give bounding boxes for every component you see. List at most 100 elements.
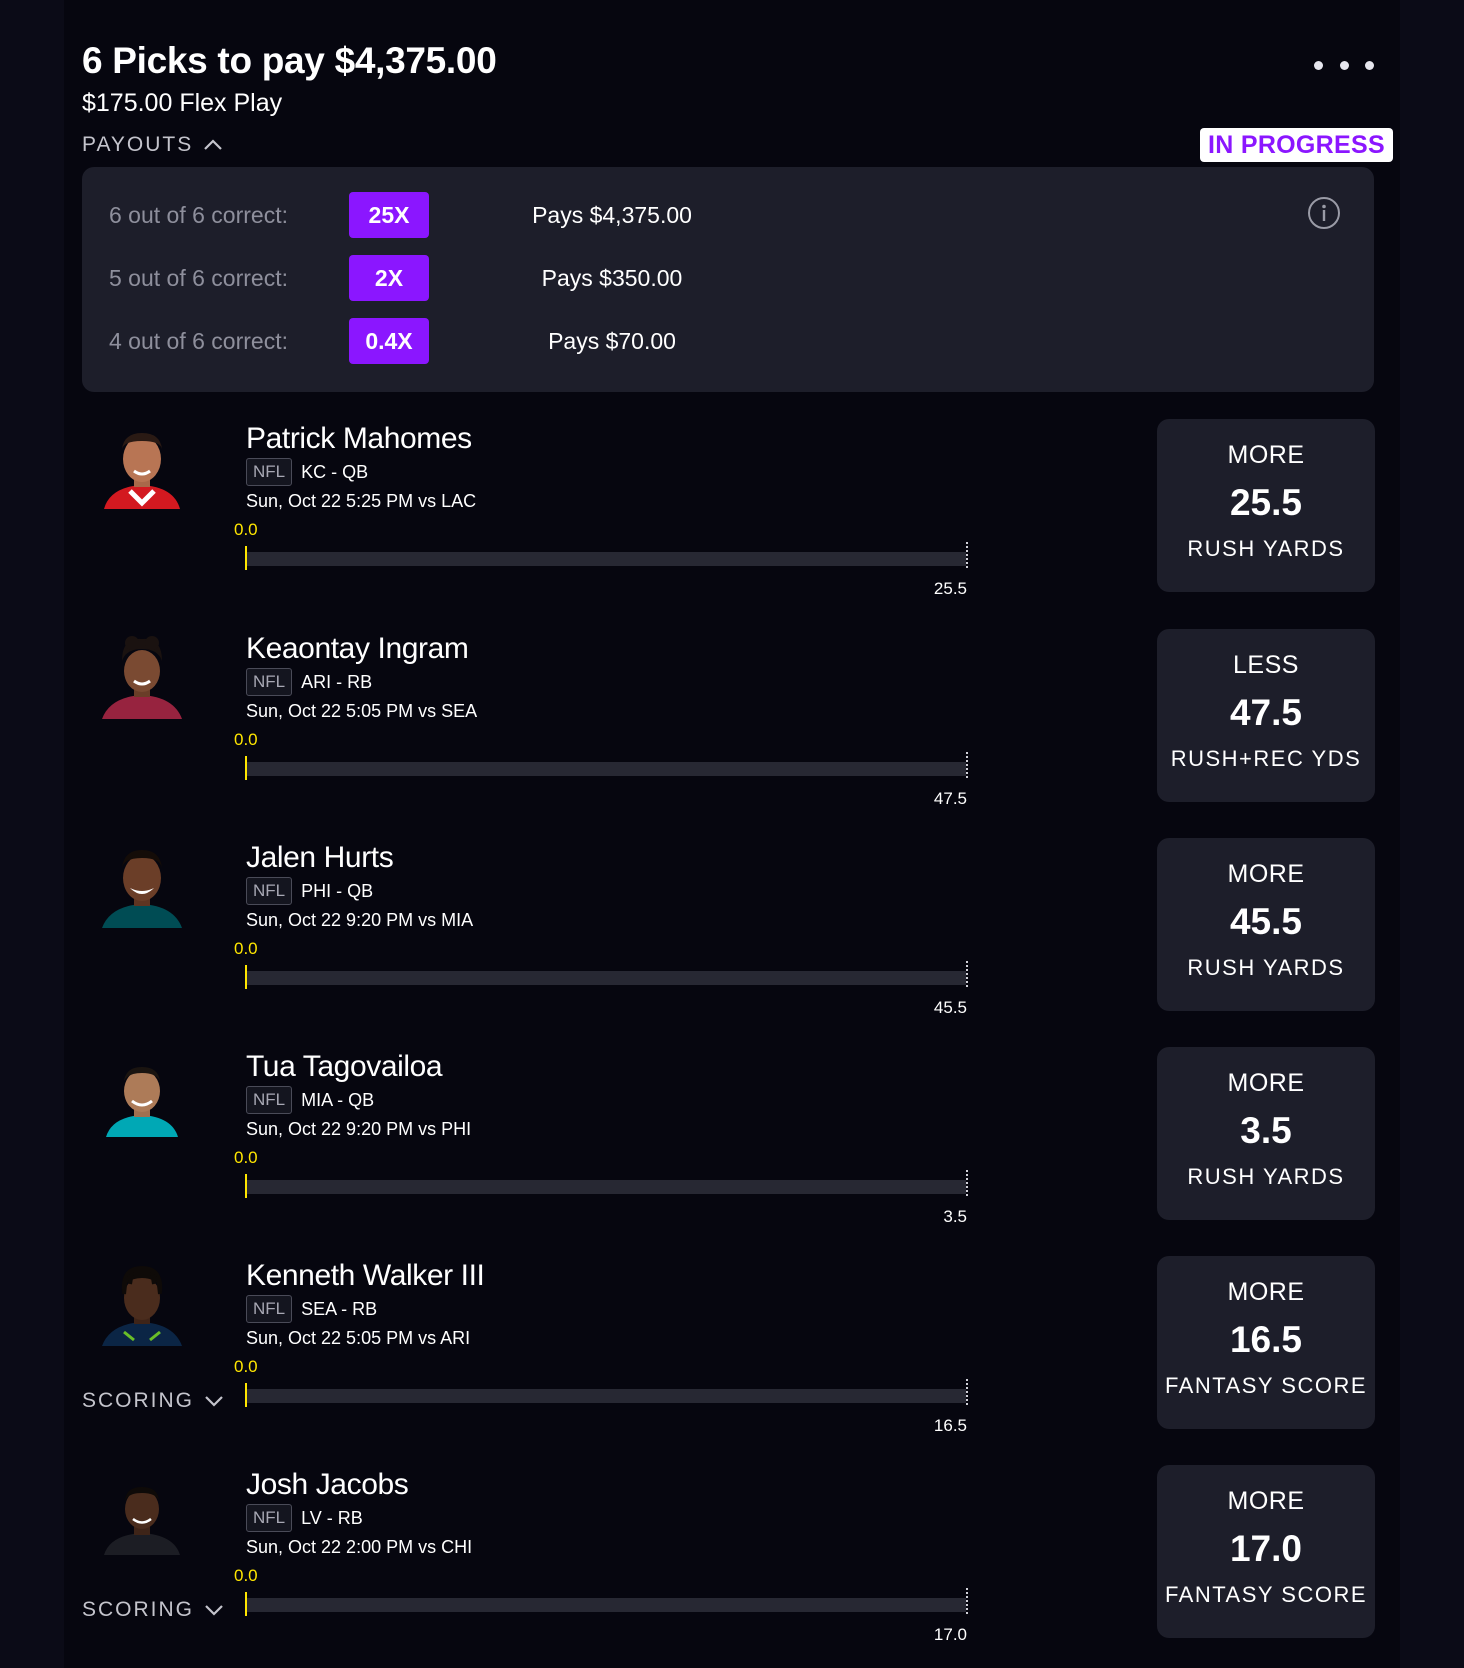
pick-direction: MORE: [1227, 441, 1305, 469]
pick-row: Tua Tagovailoa NFL MIA - QB Sun, Oct 22 …: [64, 1047, 1400, 1237]
more-dots-icon: [1314, 60, 1323, 70]
progress-track: [246, 762, 966, 776]
team-position: LV - RB: [301, 1507, 363, 1528]
league-badge: NFL: [246, 1504, 293, 1532]
team-position: PHI - QB: [301, 880, 374, 901]
pick-direction: MORE: [1227, 1487, 1305, 1515]
player-avatar: [102, 850, 182, 928]
pick-row: Keaontay Ingram NFL ARI - RB Sun, Oct 22…: [64, 629, 1400, 819]
pick-line-value: 47.5: [1229, 692, 1302, 733]
league-badge: NFL: [246, 877, 293, 905]
status-badge: IN PROGRESS: [1200, 128, 1393, 162]
player-name: Jalen Hurts: [246, 841, 394, 874]
game-info: Sun, Oct 22 5:05 PM vs ARI: [246, 1328, 471, 1348]
player-avatar: [106, 1067, 178, 1137]
payouts-toggle[interactable]: PAYOUTS: [82, 133, 223, 157]
game-info: Sun, Oct 22 9:20 PM vs MIA: [246, 910, 474, 930]
pick-selection-card[interactable]: MORE 25.5 RUSH YARDS: [1157, 419, 1375, 592]
team-position: KC - QB: [301, 461, 369, 482]
player-avatar: [102, 1266, 182, 1346]
pick-stat-type: RUSH+REC YDS: [1170, 746, 1362, 771]
current-stat-value: 0.0: [234, 939, 258, 958]
multiplier-badge: 0.4X: [349, 318, 429, 364]
progress-track: [246, 1180, 966, 1194]
payout-condition: 4 out of 6 correct:: [109, 328, 288, 354]
current-stat-value: 0.0: [234, 1357, 258, 1376]
pick-direction: MORE: [1227, 1069, 1305, 1097]
payout-row: 6 out of 6 correct: 25X Pays $4,375.00: [82, 192, 842, 238]
target-value: 17.0: [933, 1625, 967, 1644]
current-stat-value: 0.0: [234, 730, 258, 749]
target-line: [966, 1170, 968, 1196]
payout-amount: Pays $4,375.00: [532, 202, 692, 228]
pick-selection-card[interactable]: MORE 45.5 RUSH YARDS: [1157, 838, 1375, 1011]
more-options-button[interactable]: [1314, 50, 1374, 80]
pick-stat-type: RUSH YARDS: [1187, 1164, 1345, 1189]
team-position: MIA - QB: [301, 1089, 375, 1110]
pick-line-value: 17.0: [1229, 1528, 1302, 1569]
multiplier-badge: 25X: [349, 192, 429, 238]
target-value: 25.5: [933, 579, 967, 598]
multiplier-badge: 2X: [349, 255, 429, 301]
pick-selection-card[interactable]: LESS 47.5 RUSH+REC YDS: [1157, 629, 1375, 802]
pick-line-value: 25.5: [1229, 482, 1302, 523]
progress-marker: [245, 1383, 247, 1407]
player-name: Patrick Mahomes: [246, 422, 472, 455]
progress-track: [246, 971, 966, 985]
pick-row: Kenneth Walker III NFL SEA - RB Sun, Oct…: [64, 1256, 1400, 1446]
scoring-toggle[interactable]: SCORING: [82, 1598, 224, 1622]
pick-stat-type: FANTASY SCORE: [1164, 1582, 1368, 1607]
scoring-label: SCORING: [82, 1598, 195, 1621]
progress-marker: [245, 756, 247, 780]
target-value: 3.5: [943, 1207, 967, 1226]
chevron-up-icon: [204, 139, 223, 150]
pick-line-value: 3.5: [1240, 1110, 1292, 1151]
progress-marker: [245, 546, 247, 570]
current-stat-value: 0.0: [234, 1566, 258, 1585]
game-info: Sun, Oct 22 9:20 PM vs PHI: [246, 1119, 472, 1139]
league-badge: NFL: [246, 668, 293, 696]
payouts-label: PAYOUTS: [82, 133, 194, 156]
payout-amount: Pays $70.00: [548, 328, 676, 354]
target-line: [966, 1379, 968, 1405]
player-name: Keaontay Ingram: [246, 632, 469, 665]
game-info: Sun, Oct 22 2:00 PM vs CHI: [246, 1537, 473, 1557]
pick-stat-type: FANTASY SCORE: [1164, 1373, 1368, 1398]
payout-row: 4 out of 6 correct: 0.4X Pays $70.00: [82, 318, 842, 364]
info-icon[interactable]: [1307, 196, 1341, 230]
current-stat-value: 0.0: [234, 520, 258, 539]
payout-condition: 5 out of 6 correct:: [109, 265, 288, 291]
chevron-down-icon: [205, 1396, 223, 1407]
target-value: 16.5: [933, 1416, 967, 1435]
progress-track: [246, 552, 966, 566]
player-avatar: [104, 1487, 180, 1555]
league-badge: NFL: [246, 458, 293, 486]
current-stat-value: 0.0: [234, 1148, 258, 1167]
target-line: [966, 961, 968, 987]
pick-selection-card[interactable]: MORE 17.0 FANTASY SCORE: [1157, 1465, 1375, 1638]
entry-subtitle: $175.00 Flex Play: [82, 89, 283, 117]
scoring-toggle[interactable]: SCORING: [82, 1389, 224, 1413]
payout-amount: Pays $350.00: [541, 265, 683, 291]
team-position: SEA - RB: [301, 1298, 378, 1319]
payout-panel: 6 out of 6 correct: 25X Pays $4,375.00 5…: [82, 167, 1374, 392]
player-name: Josh Jacobs: [246, 1468, 409, 1501]
pick-row: Jalen Hurts NFL PHI - QB Sun, Oct 22 9:2…: [64, 838, 1400, 1028]
pick-row: Patrick Mahomes NFL KC - QB Sun, Oct 22 …: [64, 419, 1400, 609]
player-name: Tua Tagovailoa: [246, 1050, 443, 1083]
target-value: 47.5: [933, 789, 967, 808]
team-position: ARI - RB: [301, 671, 373, 692]
league-badge: NFL: [246, 1295, 293, 1323]
player-avatar: [104, 433, 180, 509]
league-badge: NFL: [246, 1086, 293, 1114]
progress-marker: [245, 1174, 247, 1198]
pick-selection-card[interactable]: MORE 3.5 RUSH YARDS: [1157, 1047, 1375, 1220]
pick-line-value: 16.5: [1229, 1319, 1302, 1360]
player-avatar: [102, 636, 182, 719]
progress-track: [246, 1598, 966, 1612]
pick-selection-card[interactable]: MORE 16.5 FANTASY SCORE: [1157, 1256, 1375, 1429]
chevron-down-icon: [205, 1605, 223, 1616]
progress-marker: [245, 965, 247, 989]
scoring-label: SCORING: [82, 1389, 195, 1412]
progress-track: [246, 1389, 966, 1403]
